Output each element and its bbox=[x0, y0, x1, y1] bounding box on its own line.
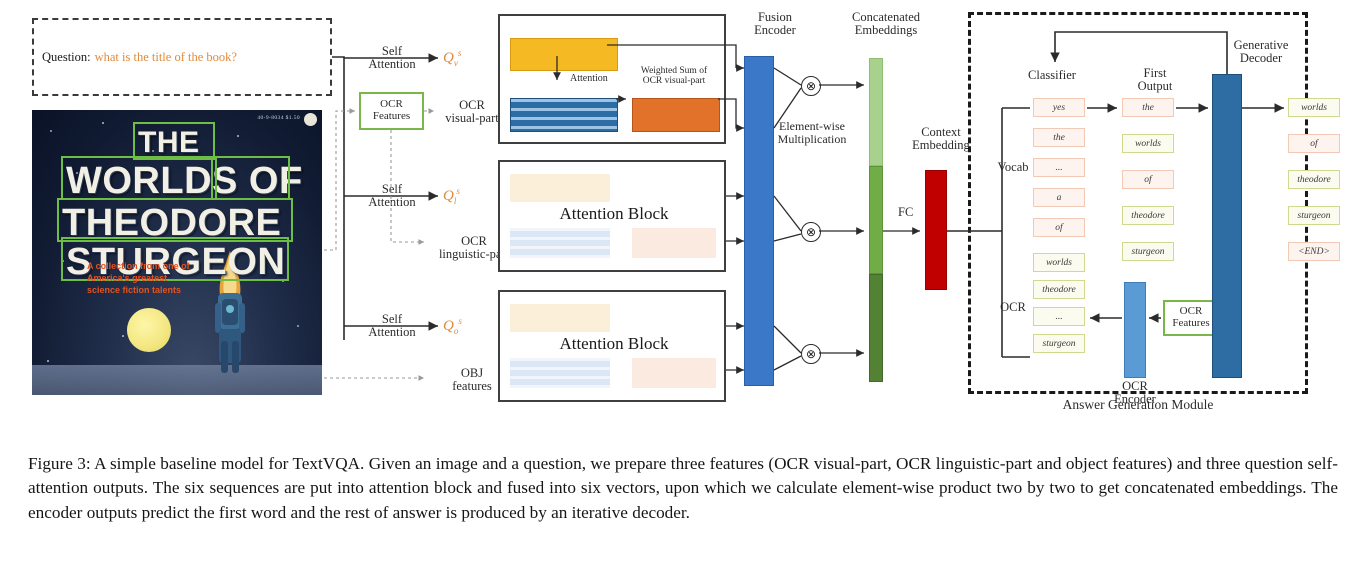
weighted-sum-bar bbox=[632, 98, 720, 132]
ocr-sequence-bar bbox=[510, 98, 618, 132]
q-sup-1: s bbox=[456, 186, 460, 196]
first-output-tag-2: of bbox=[1122, 170, 1174, 189]
faded-question-bar-2 bbox=[510, 174, 610, 202]
final-output-tag-1: of bbox=[1288, 134, 1340, 153]
final-output-tag-0: worlds bbox=[1288, 98, 1340, 117]
ocr-features-box-left-label: OCR Features bbox=[372, 98, 411, 122]
first-output-tag-3: theodore bbox=[1122, 206, 1174, 225]
concat-segment-2 bbox=[869, 166, 883, 274]
multiply-node-3: ⊗ bbox=[801, 344, 821, 364]
ocr-bbox-1a bbox=[61, 156, 213, 200]
publisher-logo-icon bbox=[304, 113, 317, 126]
concat-segment-1 bbox=[869, 58, 883, 166]
ocr-label: OCR bbox=[1000, 300, 1026, 315]
self-attention-label-0: Self Attention bbox=[368, 43, 416, 71]
figure-caption: Figure 3: A simple baseline model for Te… bbox=[28, 454, 1338, 522]
figure-root: Question: what is the title of the book? bbox=[0, 0, 1366, 588]
q-symbol-1: Qls bbox=[443, 186, 460, 206]
q-letter-1: Q bbox=[443, 188, 454, 204]
ocr-encoder-label: OCR Encoder bbox=[1114, 378, 1156, 406]
weighted-sum-label: Weighted Sum of OCR visual-part bbox=[640, 65, 708, 86]
faded-weighted-bar-3 bbox=[632, 358, 716, 388]
vocab-tag-1: the bbox=[1033, 128, 1085, 147]
attention-block-label-2: Attention Block bbox=[559, 203, 669, 223]
final-output-tag-3: sturgeon bbox=[1288, 206, 1340, 225]
ground-shape bbox=[32, 365, 322, 395]
first-output-tag-0: the bbox=[1122, 98, 1174, 117]
first-output-label: First Output bbox=[1137, 65, 1173, 93]
attention-block-label-3: Attention Block bbox=[559, 333, 669, 353]
vocab-tag-2: ... bbox=[1033, 158, 1085, 177]
q-symbol-0: Qvs bbox=[443, 48, 461, 68]
self-attention-label-2: Self Attention bbox=[368, 311, 416, 339]
attention-block-2: Attention Block bbox=[498, 160, 726, 272]
book-cover-image: THE WORLDS OF THEODORE STURGEON A collec… bbox=[32, 110, 322, 395]
attention-block-1: Attention Weighted Sum of OCR visual-par… bbox=[498, 14, 726, 144]
ocr-bbox-2 bbox=[57, 198, 293, 242]
question-box: Question: what is the title of the book? bbox=[32, 18, 332, 96]
first-output-tag-1: worlds bbox=[1122, 134, 1174, 153]
ocr-tag-0: worlds bbox=[1033, 253, 1085, 272]
multiply-glyph-2: ⊗ bbox=[805, 224, 817, 239]
q-letter-0: Q bbox=[443, 50, 454, 66]
ocr-tag-2: ... bbox=[1033, 307, 1085, 326]
concatenated-embeddings-label: Concatenated Embeddings bbox=[851, 9, 921, 37]
first-output-tag-4: sturgeon bbox=[1122, 242, 1174, 261]
question-text: what is the title of the book? bbox=[94, 49, 237, 64]
vocab-tag-3: a bbox=[1033, 188, 1085, 207]
fusion-encoder-label: Fusion Encoder bbox=[754, 9, 796, 37]
ocr-tag-3: sturgeon bbox=[1033, 334, 1085, 353]
faded-weighted-bar-2 bbox=[632, 228, 716, 258]
ocr-tag-1: theodore bbox=[1033, 280, 1085, 299]
fusion-encoder-bar bbox=[744, 56, 774, 386]
faded-question-bar-3 bbox=[510, 304, 610, 332]
multiply-node-2: ⊗ bbox=[801, 222, 821, 242]
q-letter-2: Q bbox=[443, 318, 454, 334]
attention-block-3: Attention Block bbox=[498, 290, 726, 402]
generative-decoder-bar bbox=[1212, 74, 1242, 378]
elementwise-multiplication-label: Element-wise Multiplication bbox=[777, 119, 847, 146]
cover-code-text: 40-9-8034 $1.50 bbox=[257, 115, 300, 121]
ocr-features-box-left: OCR Features bbox=[359, 92, 424, 130]
vocab-tag-0: yes bbox=[1033, 98, 1085, 117]
faded-ocr-bar-3 bbox=[510, 358, 610, 388]
ocr-encoder-bar bbox=[1124, 282, 1146, 378]
q-sub-2: o bbox=[453, 326, 459, 336]
question-feature-bar bbox=[510, 38, 618, 71]
ocr-bbox-1b bbox=[215, 156, 290, 200]
attention-arrow-label: Attention bbox=[570, 73, 608, 84]
moon-shape bbox=[127, 308, 171, 352]
cover-subtitle: A collection from one of America's great… bbox=[87, 261, 190, 296]
vocab-tag-4: of bbox=[1033, 218, 1085, 237]
q-sub-1: l bbox=[453, 196, 457, 206]
q-sub-0: v bbox=[453, 58, 458, 68]
q-sup-0: s bbox=[457, 48, 462, 58]
context-embedding-bar bbox=[925, 170, 947, 290]
multiply-glyph-1: ⊗ bbox=[805, 78, 817, 93]
q-symbol-2: Qos bbox=[443, 316, 462, 336]
ocr-features-box-right-label: OCR Features bbox=[1172, 305, 1210, 329]
fc-label: FC bbox=[898, 205, 914, 219]
final-output-tag-2: theodore bbox=[1288, 170, 1340, 189]
faded-ocr-bar-2 bbox=[510, 228, 610, 258]
classifier-label: Classifier bbox=[1028, 68, 1076, 83]
ocr-features-box-right: OCR Features bbox=[1163, 300, 1219, 336]
vocab-label: Vocab bbox=[997, 160, 1029, 175]
q-sup-2: s bbox=[458, 316, 462, 326]
ocr-bbox-0 bbox=[133, 122, 215, 160]
question-label: Question: bbox=[42, 49, 91, 64]
concat-segment-3 bbox=[869, 274, 883, 382]
generative-decoder-label: Generative Decoder bbox=[1233, 37, 1289, 65]
multiply-glyph-3: ⊗ bbox=[805, 346, 817, 361]
multiply-node-1: ⊗ bbox=[801, 76, 821, 96]
self-attention-label-1: Self Attention bbox=[368, 181, 416, 209]
final-output-tag-4: <END> bbox=[1288, 242, 1340, 261]
